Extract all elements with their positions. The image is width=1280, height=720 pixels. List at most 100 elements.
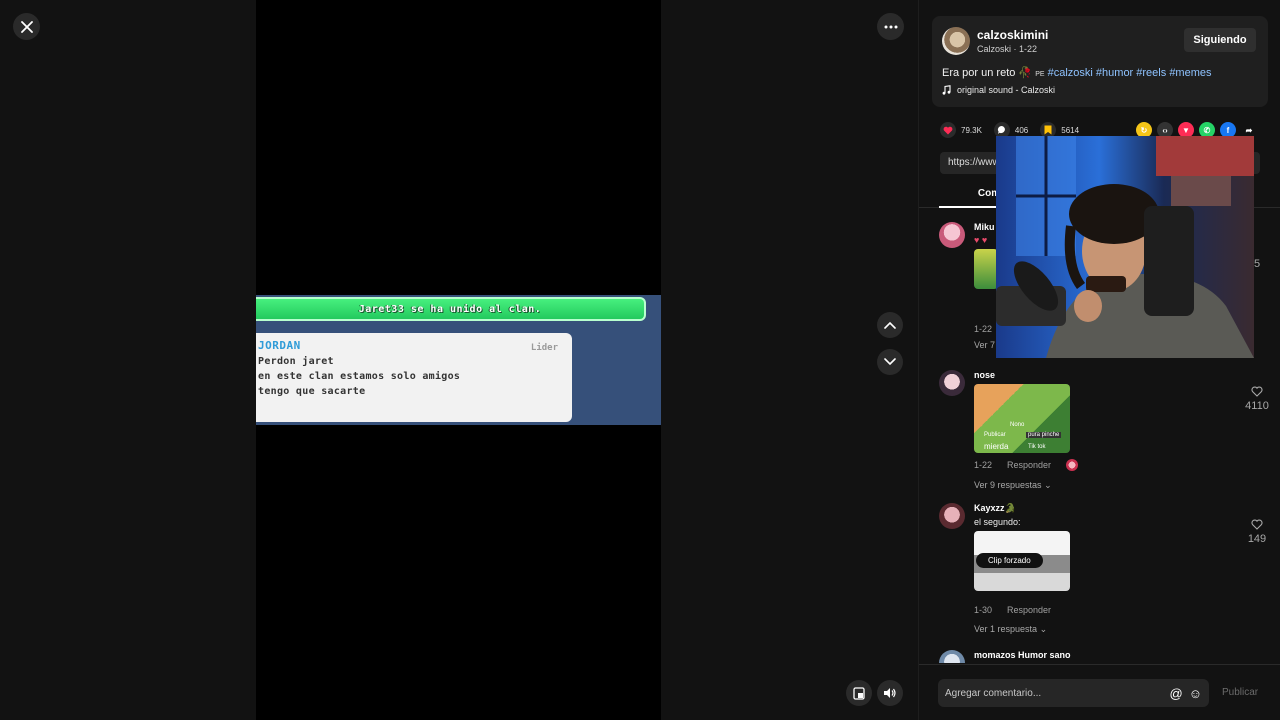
chat-line: tengo que sacarte: [258, 386, 366, 397]
sound-label: original sound - Calzoski: [957, 85, 1056, 95]
caption-text: Era por un reto 🥀: [942, 67, 1033, 79]
comment-input[interactable]: [945, 687, 1166, 699]
chat-line: en este clan estamos solo amigos: [258, 371, 461, 382]
game-chat-box: JORDAN Lider Perdon jaret en este clan e…: [256, 333, 572, 422]
comment-sticker: [974, 249, 998, 289]
volume-icon: [884, 688, 896, 698]
chat-sender-rank: Lider: [530, 343, 558, 353]
share-arrow-icon: ➦: [1245, 125, 1253, 135]
comment-body: nose Nono Publicar pura pinche mierda Ti…: [974, 370, 1244, 491]
author-subtitle: Calzoski · 1-22: [977, 44, 1038, 54]
close-icon: [20, 20, 33, 33]
comment-date: 1-22: [974, 460, 993, 470]
meme-caption: mierda: [984, 442, 1009, 451]
hashtag-link[interactable]: #humor: [1096, 67, 1133, 79]
details-panel: calzoskimini Calzoski · 1-22 Siguiendo E…: [918, 0, 1280, 720]
comment-body: momazos Humor sano: [974, 650, 1244, 660]
comment-meta: 1-30 Responder: [974, 605, 1244, 615]
chat-sender-name: JORDAN: [258, 339, 301, 352]
chat-line: Perdon jaret: [258, 356, 334, 367]
comment-like[interactable]: 4110: [1245, 386, 1269, 412]
view-replies-label: Ver 1 respuesta: [974, 624, 1038, 634]
chevron-down-icon: [884, 358, 896, 366]
comment-icon: [997, 125, 1005, 134]
commenter-avatar[interactable]: [939, 503, 965, 529]
video-stage: Jaret33 se ha unido al clan. JORDAN Lide…: [0, 0, 918, 720]
previous-video-button[interactable]: [877, 312, 903, 338]
view-replies-link[interactable]: Ver 9 respuestas ⌄: [974, 480, 1244, 491]
volume-button[interactable]: [877, 680, 903, 706]
game-screenshot: Jaret33 se ha unido al clan. JORDAN Lide…: [256, 295, 661, 425]
hashtag-link[interactable]: #reels: [1136, 67, 1166, 79]
author-liked-avatar: [1066, 459, 1079, 471]
floating-player-button[interactable]: [846, 680, 872, 706]
heart-icon: [943, 126, 953, 134]
view-replies-label: Ver 9 respuestas: [974, 480, 1042, 490]
commenter-name[interactable]: Kayxzz🐊: [974, 503, 1244, 514]
post-info-card: calzoskimini Calzoski · 1-22 Siguiendo E…: [932, 16, 1268, 107]
country-flag: PE: [1035, 71, 1045, 78]
picture-in-picture-icon: [853, 686, 865, 700]
commenter-avatar[interactable]: [939, 222, 965, 248]
video-player[interactable]: Jaret33 se ha unido al clan. JORDAN Lide…: [256, 0, 661, 720]
comment-date: 1-30: [974, 605, 993, 615]
author-avatar[interactable]: [942, 27, 970, 55]
mention-icon[interactable]: @: [1170, 686, 1183, 701]
bookmark-icon: [1044, 125, 1052, 135]
commenter-name[interactable]: nose: [974, 370, 1244, 380]
meme-caption: Publicar: [984, 432, 1006, 438]
sound-link[interactable]: original sound - Calzoski: [942, 85, 1055, 95]
next-video-button[interactable]: [877, 349, 903, 375]
hashtag-link[interactable]: #calzoski: [1048, 67, 1093, 79]
whatsapp-icon: ✆: [1203, 125, 1211, 135]
send-icon: ▼: [1182, 125, 1190, 135]
comment-composer: @ ☺ Publicar: [919, 664, 1280, 720]
comment-meme-image[interactable]: Nono Publicar pura pinche mierda Tik tok: [974, 384, 1070, 453]
comment-body: Kayxzz🐊 el segundo: Clip forzado 1-30 Re…: [974, 503, 1244, 635]
like-stat[interactable]: 79.3K: [940, 122, 982, 138]
reply-button[interactable]: Responder: [1007, 460, 1051, 470]
chevron-down-icon: ⌄: [1039, 624, 1048, 634]
meme-caption: Nono: [1010, 422, 1025, 428]
chevron-up-icon: [884, 321, 896, 329]
clip-label: Clip forzado: [976, 553, 1043, 568]
chevron-down-icon: ⌄: [1044, 480, 1052, 490]
webcam-image: [996, 136, 1254, 358]
following-button[interactable]: Siguiendo: [1184, 28, 1256, 52]
comment-date: 1-22: [974, 324, 993, 334]
commenter-avatar[interactable]: [939, 650, 965, 663]
emoji-icon[interactable]: ☺: [1189, 686, 1202, 701]
like-count: 79.3K: [961, 125, 982, 135]
commenter-avatar[interactable]: [939, 370, 965, 396]
streamer-webcam: [996, 136, 1254, 358]
ellipsis-icon: [884, 25, 897, 28]
view-replies-link[interactable]: Ver 1 respuesta ⌄: [974, 624, 1244, 635]
banner-text: Jaret33 se ha unido al clan.: [358, 303, 542, 315]
save-count: 5614: [1061, 125, 1080, 135]
hashtag-link[interactable]: #memes: [1169, 67, 1211, 79]
more-options-button[interactable]: [877, 13, 904, 40]
reply-button[interactable]: Responder: [1007, 605, 1051, 615]
comment-clip-image[interactable]: Clip forzado: [974, 531, 1070, 591]
author-username[interactable]: calzoskimini: [977, 28, 1048, 42]
commenter-name[interactable]: momazos Humor sano: [974, 650, 1244, 660]
post-caption: Era por un reto 🥀 PE #calzoski #humor #r…: [942, 66, 1212, 79]
close-button[interactable]: [13, 13, 40, 40]
comment-text: el segundo:: [974, 517, 1021, 527]
publish-button[interactable]: Publicar: [1222, 687, 1258, 698]
clan-join-banner: Jaret33 se ha unido al clan.: [256, 297, 646, 321]
comment-input-wrapper: @ ☺: [938, 679, 1209, 707]
heart-outline-icon: [1251, 386, 1263, 397]
embed-icon: ‹›: [1162, 125, 1168, 135]
heart-outline-icon: [1251, 519, 1263, 530]
app-root: Jaret33 se ha unido al clan. JORDAN Lide…: [0, 0, 1280, 720]
like-button[interactable]: [940, 122, 956, 138]
comment-like-count: 149: [1247, 533, 1267, 545]
comment-like[interactable]: 149: [1245, 519, 1269, 545]
comment-count: 406: [1014, 125, 1029, 135]
comment-meta: 1-22 Responder: [974, 459, 1244, 471]
comment-like-count: 4110: [1245, 400, 1269, 412]
meme-caption: pura pinche: [1026, 432, 1062, 438]
facebook-icon: f: [1226, 125, 1230, 135]
music-note-icon: [942, 85, 951, 95]
